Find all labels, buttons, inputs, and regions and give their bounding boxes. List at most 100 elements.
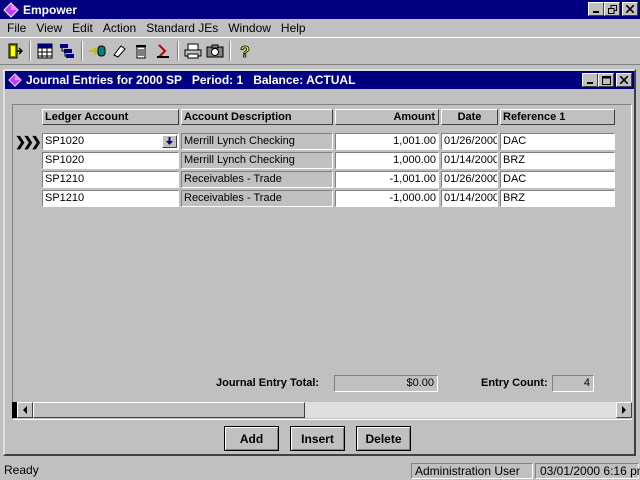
journal-entry-total-label: Journal Entry Total: xyxy=(216,377,320,389)
hierarchy-icon xyxy=(60,44,74,58)
status-datetime: 03/01/2000 6:16 pm xyxy=(535,463,640,479)
reference-cell[interactable]: DAC xyxy=(500,171,615,188)
column-header-account-description[interactable]: Account Description xyxy=(181,109,333,125)
grid-button[interactable] xyxy=(34,40,56,62)
help-button[interactable]: ? xyxy=(234,40,256,62)
scroll-left-button[interactable] xyxy=(17,402,33,418)
toolbar: ? xyxy=(0,37,640,65)
exit-button[interactable] xyxy=(4,40,26,62)
child-titlebar[interactable]: Journal Entries for 2000 SP Period: 1 Ba… xyxy=(5,71,634,89)
app-diamond-icon xyxy=(8,73,22,87)
entry-count-field: 4 xyxy=(552,375,594,392)
status-bar: Ready Administration User 03/01/2000 6:1… xyxy=(0,462,640,480)
app-title: Empower xyxy=(23,2,78,17)
table-row[interactable]: SP1210 Receivables - Trade -1,001.00 01/… xyxy=(13,171,633,189)
horizontal-scrollbar[interactable] xyxy=(12,402,632,418)
close-icon xyxy=(620,76,628,84)
insert-button[interactable]: Insert xyxy=(290,426,345,451)
ledger-account-cell[interactable]: SP1020 xyxy=(42,133,179,150)
camera-icon xyxy=(206,44,224,58)
close-button[interactable] xyxy=(622,2,638,16)
amount-cell[interactable]: 1,000.00 xyxy=(335,152,439,169)
menu-edit[interactable]: Edit xyxy=(67,21,98,35)
child-minimize-button[interactable] xyxy=(582,73,598,87)
delete-button[interactable]: Delete xyxy=(356,426,411,451)
menu-action[interactable]: Action xyxy=(98,21,141,35)
menu-file[interactable]: File xyxy=(2,21,31,35)
print-icon xyxy=(184,43,202,59)
date-cell[interactable]: 01/14/2000 xyxy=(441,190,498,207)
app-diamond-icon xyxy=(3,1,19,18)
date-cell[interactable]: 01/26/2000 xyxy=(441,171,498,188)
amount-cell[interactable]: -1,000.00 xyxy=(335,190,439,207)
eraser-icon xyxy=(113,45,126,58)
ledger-account-cell[interactable]: SP1210 xyxy=(42,190,179,207)
account-description-cell: Receivables - Trade xyxy=(181,171,333,188)
hierarchy-button[interactable] xyxy=(56,40,78,62)
scroll-right-button[interactable] xyxy=(616,402,632,418)
child-maximize-button[interactable] xyxy=(598,73,614,87)
reference-cell[interactable]: DAC xyxy=(500,133,615,150)
status-user: Administration User xyxy=(411,463,533,479)
add-button[interactable]: Add xyxy=(224,426,279,451)
svg-text:?: ? xyxy=(240,44,250,60)
child-close-button[interactable] xyxy=(616,73,632,87)
toolbar-separator xyxy=(29,41,31,61)
totals-bar: Journal Entry Total: $0.00 Entry Count: … xyxy=(12,374,632,394)
ledger-account-value: SP1020 xyxy=(45,135,85,147)
current-row-indicator: ❯❯❯ xyxy=(15,134,42,149)
toolbar-separator xyxy=(81,41,83,61)
restore-icon xyxy=(607,4,617,14)
column-header-amount[interactable]: Amount xyxy=(335,109,439,125)
print-button[interactable] xyxy=(182,40,204,62)
mdi-workspace: Journal Entries for 2000 SP Period: 1 Ba… xyxy=(0,66,640,460)
amount-cell[interactable]: -1,001.00 xyxy=(335,171,439,188)
arrow-right-icon xyxy=(622,406,626,414)
child-title: Journal Entries for 2000 SP Period: 1 Ba… xyxy=(26,73,356,87)
restore-button[interactable] xyxy=(604,2,620,16)
scroll-thumb[interactable] xyxy=(33,402,305,418)
table-row[interactable]: SP1020 Merrill Lynch Checking 1,000.00 0… xyxy=(13,152,633,170)
help-icon: ? xyxy=(240,44,251,60)
account-description-cell: Merrill Lynch Checking xyxy=(181,133,333,150)
date-cell[interactable]: 01/26/2000 xyxy=(441,133,498,150)
date-cell[interactable]: 01/14/2000 xyxy=(441,152,498,169)
table-row[interactable]: SP1210 Receivables - Trade -1,000.00 01/… xyxy=(13,190,633,208)
status-text: Ready xyxy=(4,463,39,477)
journal-entries-window: Journal Entries for 2000 SP Period: 1 Ba… xyxy=(3,69,636,456)
ledger-account-cell[interactable]: SP1020 xyxy=(42,152,179,169)
table-row[interactable]: ❯❯❯ SP1020 Merrill Lynch Checking 1,001.… xyxy=(13,133,633,151)
lookup-button[interactable] xyxy=(162,135,177,148)
grid-icon xyxy=(37,43,53,59)
camera-button[interactable] xyxy=(204,40,226,62)
lookup-down-icon xyxy=(166,137,173,145)
minimize-button[interactable] xyxy=(588,2,604,16)
menu-standard-jes[interactable]: Standard JEs xyxy=(141,21,223,35)
reference-cell[interactable]: BRZ xyxy=(500,190,615,207)
trash-icon xyxy=(136,45,146,59)
ledger-account-cell[interactable]: SP1210 xyxy=(42,171,179,188)
column-header-date[interactable]: Date xyxy=(441,109,498,125)
erase-button[interactable] xyxy=(108,40,130,62)
amount-cell[interactable]: 1,001.00 xyxy=(335,133,439,150)
journal-entry-total-field: $0.00 xyxy=(334,375,438,392)
toolbar-separator xyxy=(229,41,231,61)
sum-button[interactable] xyxy=(152,40,174,62)
app-titlebar[interactable]: Empower xyxy=(0,0,640,19)
close-icon xyxy=(626,5,634,13)
post-button[interactable] xyxy=(86,40,108,62)
arrow-left-icon xyxy=(23,406,27,414)
arrow-in-icon xyxy=(89,45,106,57)
column-header-ledger-account[interactable]: Ledger Account xyxy=(42,109,179,125)
delete-tool-button[interactable] xyxy=(130,40,152,62)
account-description-cell: Receivables - Trade xyxy=(181,190,333,207)
reference-cell[interactable]: BRZ xyxy=(500,152,615,169)
sum-icon xyxy=(157,44,169,58)
toolbar-separator xyxy=(177,41,179,61)
menu-window[interactable]: Window xyxy=(223,21,276,35)
journal-entries-grid[interactable]: Ledger Account Account Description Amoun… xyxy=(12,104,632,420)
menu-help[interactable]: Help xyxy=(276,21,311,35)
column-header-reference-1[interactable]: Reference 1 xyxy=(500,109,615,125)
entry-count-label: Entry Count: xyxy=(481,377,548,389)
menu-view[interactable]: View xyxy=(31,21,67,35)
